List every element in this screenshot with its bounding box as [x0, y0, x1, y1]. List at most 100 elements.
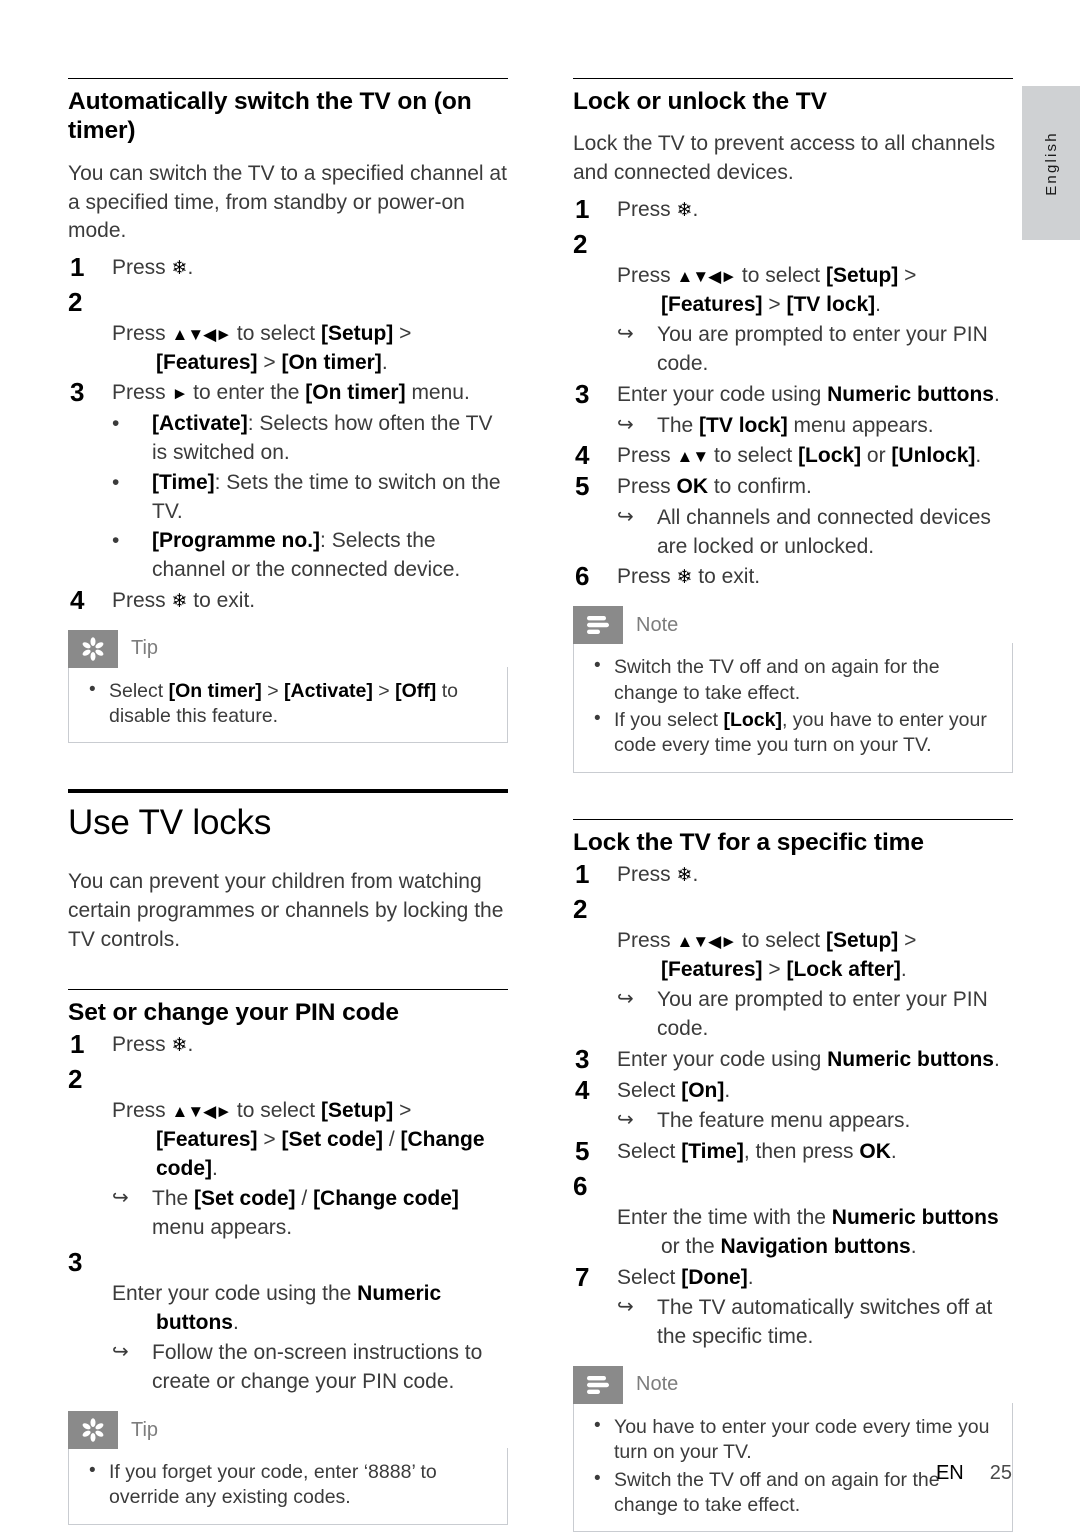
navigation-arrows-icon: ▲▼◀► — [171, 1102, 233, 1122]
section-rule — [573, 78, 1013, 79]
step-item: 3 Enter your code using Numeric buttons. — [573, 1044, 1013, 1075]
result-text: The TV automatically switches off at the… — [657, 1296, 993, 1349]
callout-header: Tip — [68, 629, 508, 668]
steps-on-timer-end: 4 Press ❄ to exit. — [68, 585, 508, 616]
section-heading-on-timer: Automatically switch the TV on (on timer… — [68, 88, 472, 145]
steps-on-timer: 1 Press ❄. 2 Press ▲▼◀► to select [Setup]… — [68, 252, 508, 408]
language-tab-label: English — [1042, 130, 1060, 196]
language-tab: English — [1022, 86, 1080, 240]
step-text: Select [On]. — [617, 1078, 731, 1102]
tip-callout-pin: Tip • If you forget your code, enter ‘88… — [68, 1411, 508, 1525]
result-text: The [Set code] / [Change code] menu appe… — [152, 1187, 459, 1240]
step-item: 4 Press ▲▼ to select [Lock] or [Unlock]. — [573, 440, 1013, 471]
step-item: 1 Press ❄. — [573, 859, 1013, 890]
step-text: Enter your code using Numeric buttons. — [617, 1047, 1000, 1071]
navigation-arrows-icon: ▲▼◀► — [676, 266, 738, 286]
page-footer: EN 25 — [936, 1462, 1012, 1485]
step-item: 2 Press ▲▼◀► to select [Setup] > [Feature… — [68, 1062, 508, 1183]
lines-icon — [573, 1365, 623, 1404]
steps-pin-cont: 3 Enter your code using the Numeric butto… — [68, 1245, 508, 1338]
step2-result-pin: ↪ The [Set code] / [Change code] menu ap… — [68, 1185, 508, 1243]
result-arrow-icon: ↪ — [617, 505, 634, 528]
step-number: 1 — [575, 858, 590, 889]
steps-pin: 1 Press ❄. 2 Press ▲▼◀► to select [Setup]… — [68, 1029, 508, 1183]
result-arrow-icon: ↪ — [112, 1341, 129, 1364]
navigation-arrows-icon: ▲▼ — [676, 447, 710, 467]
result-item: ↪ The feature menu appears. — [573, 1107, 1013, 1136]
result-arrow-icon: ↪ — [112, 1187, 129, 1210]
step-text: Press ❄. — [112, 1033, 194, 1057]
bullet-dot-icon: • — [594, 1414, 601, 1436]
callout-body: • Select [On timer] > [Activate] > [Off]… — [68, 666, 508, 744]
step-number: 7 — [575, 1261, 590, 1292]
result-arrow-icon: ↪ — [617, 323, 634, 346]
list-item: • [Programme no.]: Selects the channel o… — [68, 527, 508, 585]
step-number: 6 — [575, 561, 590, 592]
result-item: ↪ The [TV lock] menu appears. — [573, 412, 1013, 441]
step-text: Press ❄ to exit. — [112, 588, 256, 612]
list-item-text: Switch the TV off and on again for the c… — [614, 656, 940, 704]
section-intro-lock-unlock: Lock the TV to prevent access to all cha… — [573, 132, 996, 185]
callout-title: Note — [636, 613, 679, 636]
step-item: 2 Press ▲▼◀► to select [Setup] > [Feature… — [68, 285, 508, 378]
step-text: Press ▲▼ to select [Lock] or [Unlock]. — [617, 444, 982, 468]
step-text: Select [Time], then press OK. — [617, 1140, 897, 1164]
step3-bullets-on-timer: • [Activate]: Selects how often the TV i… — [68, 410, 508, 585]
list-item-text: Select [On timer] > [Activate] > [Off] t… — [109, 679, 458, 727]
step2-result-lock-unlock: ↪ You are prompted to enter your PIN cod… — [573, 321, 1013, 379]
steps-lock-unlock: 1 Press ❄. 2 Press ▲▼◀► to select [Setup]… — [573, 194, 1013, 319]
step-item: 1 Press ❄. — [68, 252, 508, 283]
right-column: Lock or unlock the TV Lock the TV to pre… — [573, 78, 1013, 1532]
step-item: 4 Press ❄ to exit. — [68, 585, 508, 616]
steps-lock-time-567: 5 Select [Time], then press OK. 6 Enter t… — [573, 1136, 1013, 1292]
step-item: 3 Press ► to enter the [On timer] menu. — [68, 377, 508, 408]
lines-icon — [573, 606, 623, 645]
result-item: ↪ The TV automatically switches off at t… — [573, 1294, 1013, 1352]
step-text: Enter the time with the Numeric buttons … — [617, 1206, 999, 1258]
step-item: 3 Enter your code using Numeric buttons. — [573, 379, 1013, 410]
step-number: 2 — [68, 1063, 83, 1094]
step-number: 1 — [575, 193, 590, 224]
result-item: ↪ The [Set code] / [Change code] menu ap… — [68, 1185, 508, 1243]
bullet-dot-icon: • — [89, 1460, 96, 1481]
list-item-text: You have to enter your code every time y… — [614, 1415, 990, 1464]
callout-header: Tip — [68, 1411, 508, 1449]
bullet-dot-icon: • — [112, 529, 120, 553]
step-number: 3 — [68, 1246, 83, 1277]
step-text: Press ▲▼◀► to select [Setup] > [Features… — [617, 928, 917, 981]
left-column: Automatically switch the TV on (on timer… — [68, 78, 508, 1532]
step-item: 4 Select [On]. — [573, 1075, 1013, 1106]
result-arrow-icon: ↪ — [617, 1296, 634, 1319]
chapter-rule — [68, 789, 508, 794]
home-icon: ❄ — [171, 1035, 188, 1057]
steps-lock-unlock-6: 6 Press ❄ to exit. — [573, 561, 1013, 592]
footer-language-code: EN — [935, 1462, 964, 1484]
step3-result-lock-unlock: ↪ The [TV lock] menu appears. — [573, 412, 1013, 441]
list-item: • [Time]: Sets the time to switch on the… — [68, 469, 508, 527]
result-item: ↪ Follow the on-screen instructions to c… — [68, 1339, 508, 1397]
callout-header: Note — [573, 1365, 1013, 1404]
step4-result-lock-time: ↪ The feature menu appears. — [573, 1107, 1013, 1136]
list-item: • Switch the TV off and on again for the… — [588, 655, 998, 706]
two-column-layout: Automatically switch the TV on (on timer… — [68, 78, 1013, 1532]
callout-title: Tip — [131, 1418, 159, 1441]
step-text: Press ▲▼◀► to select [Setup] > [Features… — [112, 1099, 485, 1180]
list-item-text: [Time]: Sets the time to switch on the T… — [152, 470, 501, 523]
step-text: Press ▲▼◀► to select [Setup] > [Features… — [112, 321, 412, 374]
section-heading-lock-unlock: Lock or unlock the TV — [573, 88, 827, 115]
step-text: Press ❄. — [112, 256, 194, 280]
result-item: ↪ You are prompted to enter your PIN cod… — [573, 321, 1013, 379]
note-callout-lock-time: Note • You have to enter your code every… — [573, 1365, 1013, 1532]
step-text: Press OK to confirm. — [617, 475, 812, 499]
chapter-intro-tv-locks: You can prevent your children from watch… — [68, 870, 504, 951]
list-item: • If you select [Lock], you have to ente… — [588, 708, 998, 759]
result-arrow-icon: ↪ — [617, 1109, 634, 1132]
step7-result-lock-time: ↪ The TV automatically switches off at t… — [573, 1294, 1013, 1352]
step-number: 1 — [70, 1029, 85, 1060]
bullet-dot-icon: • — [594, 707, 601, 729]
bullet-dot-icon: • — [594, 1467, 601, 1489]
list-item: • If you forget your code, enter ‘8888’ … — [83, 1460, 493, 1511]
step-text: Press ▲▼◀► to select [Setup] > [Features… — [617, 263, 917, 316]
